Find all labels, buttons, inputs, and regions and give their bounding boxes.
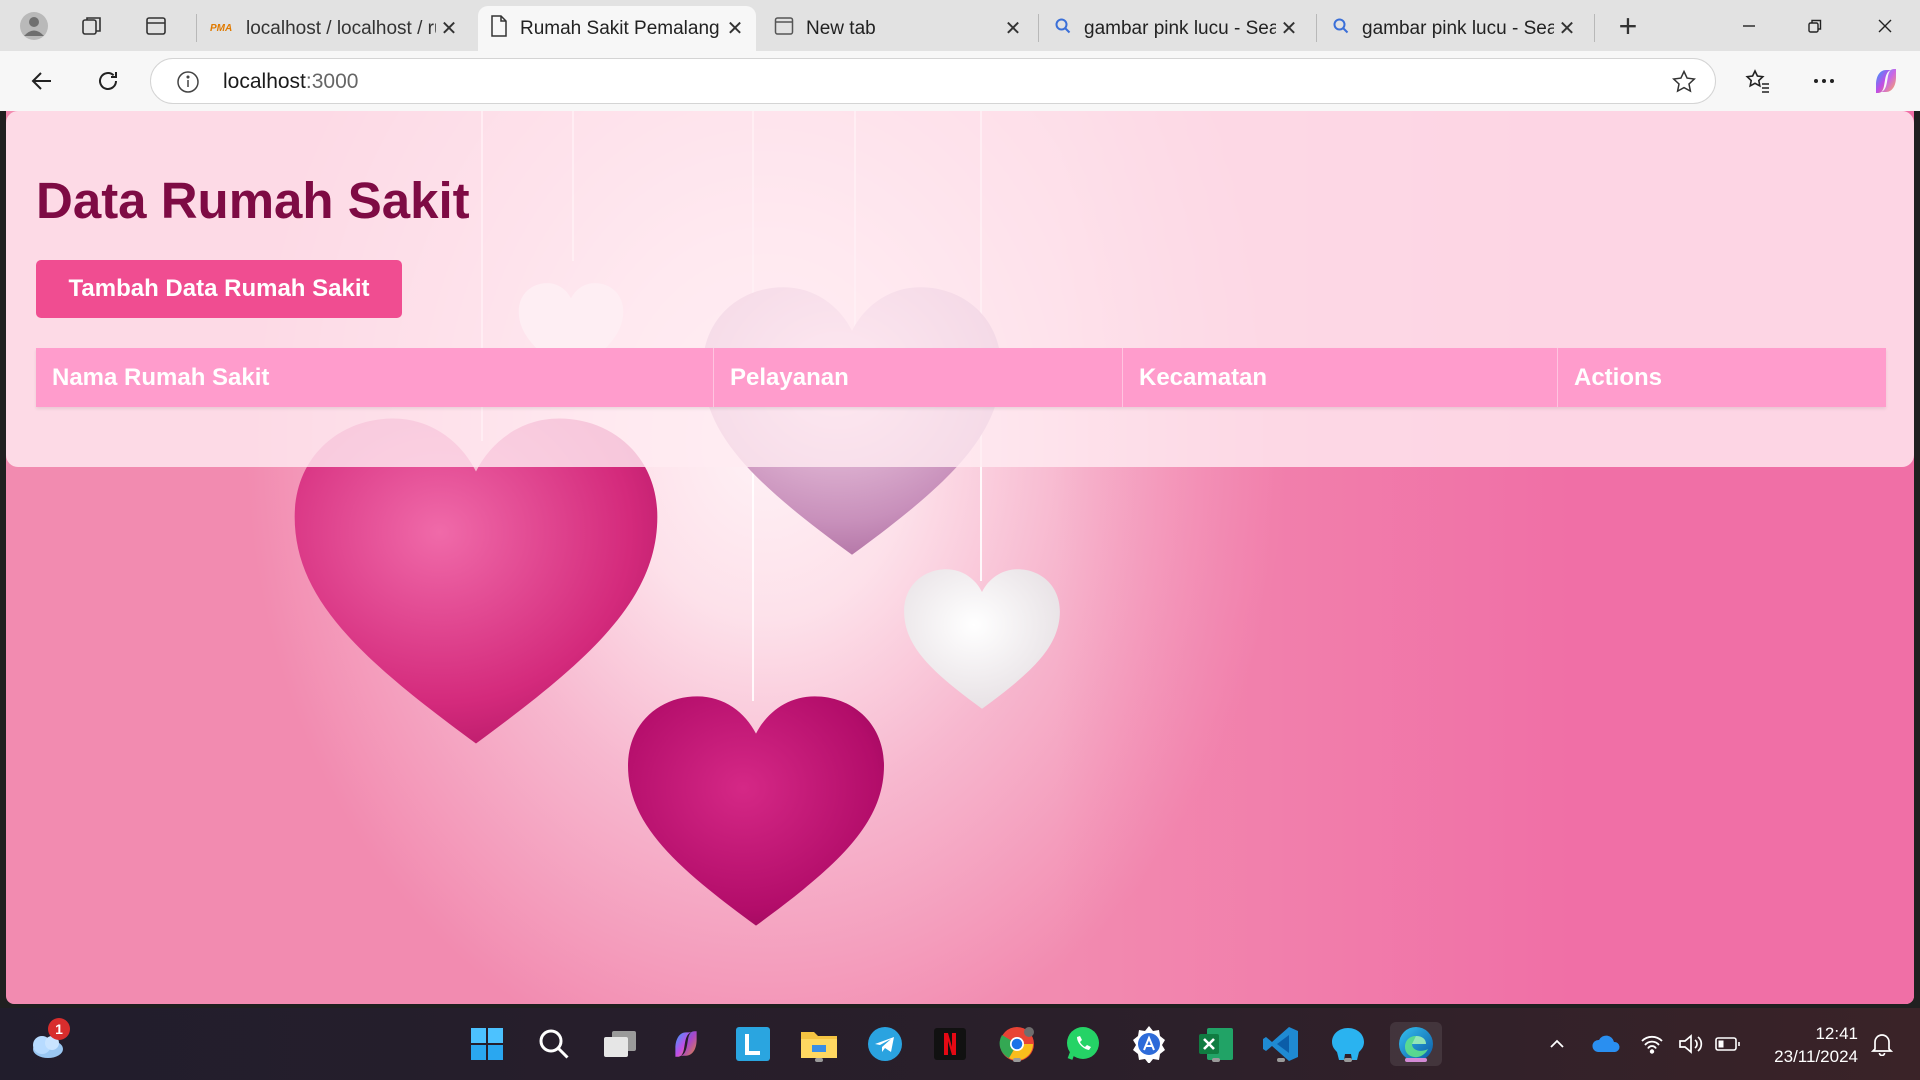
tab-new-tab[interactable]: New tab ✕: [762, 6, 1034, 51]
onedrive-icon[interactable]: [1586, 1022, 1626, 1066]
tab-title: gambar pink lucu - Sear: [1084, 17, 1276, 39]
copilot-icon[interactable]: [664, 1022, 708, 1066]
weather-icon[interactable]: 1: [24, 1018, 70, 1066]
column-header-pelayanan[interactable]: Pelayanan: [714, 348, 1123, 407]
url-text: localhost:3000: [223, 70, 358, 94]
battery-icon[interactable]: [1708, 1022, 1748, 1066]
address-bar[interactable]: localhost:3000: [150, 58, 1716, 104]
running-indicator: [1277, 1058, 1285, 1062]
search-icon: [1054, 17, 1072, 41]
clock-time: 12:41: [1815, 1024, 1858, 1043]
tab-search-2[interactable]: gambar pink lucu - Sear ✕: [1320, 6, 1588, 51]
url-host: localhost: [223, 70, 306, 93]
newtab-icon: [774, 16, 794, 42]
notification-badge: 1: [48, 1018, 70, 1040]
wifi-icon[interactable]: [1632, 1022, 1672, 1066]
close-icon[interactable]: ✕: [1276, 16, 1302, 42]
tab-separator: [1594, 14, 1595, 42]
column-header-actions[interactable]: Actions: [1558, 348, 1886, 407]
running-indicator: [1212, 1058, 1220, 1062]
tab-rumah-sakit[interactable]: Rumah Sakit Pemalang ✕: [478, 6, 756, 51]
more-icon[interactable]: [1804, 61, 1844, 101]
favorites-icon[interactable]: [1738, 61, 1778, 101]
netflix-icon[interactable]: [928, 1022, 972, 1066]
running-indicator: [1405, 1058, 1427, 1062]
chevron-up-icon[interactable]: [1538, 1022, 1576, 1066]
tab-separator: [196, 14, 197, 42]
edge-icon[interactable]: [1390, 1022, 1442, 1066]
tab-separator: [1038, 14, 1039, 42]
page-title: Data Rumah Sakit: [36, 172, 470, 229]
close-icon[interactable]: ✕: [436, 16, 462, 42]
restore-icon[interactable]: [1782, 0, 1848, 51]
blue-app-icon[interactable]: [1326, 1022, 1370, 1066]
clock-date: 23/11/2024: [1774, 1047, 1858, 1066]
file-explorer-icon[interactable]: [797, 1022, 841, 1066]
chrome-icon[interactable]: [995, 1022, 1039, 1066]
taskbar: 1 12:41 23/11/2024: [0, 1008, 1920, 1080]
search-icon: [1332, 17, 1350, 41]
excel-icon[interactable]: [1194, 1022, 1238, 1066]
page-icon: [490, 14, 508, 43]
running-indicator: [815, 1058, 823, 1062]
tab-title: New tab: [806, 17, 876, 39]
tab-title: Rumah Sakit Pemalang: [520, 17, 720, 39]
whatsapp-icon[interactable]: [1061, 1022, 1105, 1066]
favorite-star-icon[interactable]: [1671, 69, 1697, 95]
column-header-nama[interactable]: Nama Rumah Sakit: [36, 348, 714, 407]
add-hospital-button[interactable]: Tambah Data Rumah Sakit: [36, 260, 402, 318]
vertical-tabs-icon[interactable]: [136, 6, 176, 46]
windows-start-icon[interactable]: [465, 1022, 509, 1066]
pma-icon: PMA: [210, 23, 233, 34]
url-port: :3000: [305, 70, 359, 93]
close-icon[interactable]: ✕: [722, 16, 748, 42]
window-close-icon[interactable]: [1852, 0, 1918, 51]
l-app-icon[interactable]: [731, 1022, 775, 1066]
refresh-icon[interactable]: [88, 61, 128, 101]
page-viewport: Data Rumah Sakit Tambah Data Rumah Sakit…: [6, 111, 1914, 1004]
notification-bell-icon[interactable]: [1862, 1022, 1902, 1066]
tab-title: gambar pink lucu - Sear: [1362, 17, 1554, 39]
search-icon[interactable]: [532, 1022, 576, 1066]
column-header-kecamatan[interactable]: Kecamatan: [1123, 348, 1558, 407]
hospital-table: Nama Rumah Sakit Pelayanan Kecamatan Act…: [36, 348, 1886, 407]
browser-toolbar: localhost:3000: [0, 51, 1920, 111]
tab-search-1[interactable]: gambar pink lucu - Sear ✕: [1042, 6, 1310, 51]
magenta-heart-image: [628, 696, 884, 926]
tab-bar: PMA localhost / localhost / ru ✕ Rumah S…: [0, 0, 1920, 51]
profile-icon[interactable]: [14, 6, 54, 46]
close-icon[interactable]: ✕: [1000, 16, 1026, 42]
close-icon[interactable]: ✕: [1554, 16, 1580, 42]
running-indicator: [1344, 1058, 1352, 1062]
content-panel: Data Rumah Sakit Tambah Data Rumah Sakit…: [6, 111, 1914, 467]
new-tab-button[interactable]: +: [1608, 6, 1648, 46]
tab-title: localhost / localhost / ru: [246, 17, 436, 39]
back-icon[interactable]: [22, 61, 62, 101]
site-info-icon[interactable]: [175, 69, 201, 95]
minimize-icon[interactable]: [1716, 0, 1782, 51]
vscode-icon[interactable]: [1259, 1022, 1303, 1066]
running-indicator: [1013, 1058, 1021, 1062]
volume-icon[interactable]: [1670, 1022, 1710, 1066]
tab-separator: [1316, 14, 1317, 42]
system-clock[interactable]: 12:41 23/11/2024: [1774, 1022, 1858, 1068]
telegram-icon[interactable]: [863, 1022, 907, 1066]
tab-phpmyadmin[interactable]: PMA localhost / localhost / ru ✕: [198, 6, 470, 51]
white-heart-image: [904, 569, 1060, 709]
pen-app-icon[interactable]: [1127, 1022, 1171, 1066]
copilot-icon[interactable]: [1866, 61, 1906, 101]
task-view-icon[interactable]: [598, 1022, 642, 1066]
workspaces-icon[interactable]: [72, 6, 112, 46]
